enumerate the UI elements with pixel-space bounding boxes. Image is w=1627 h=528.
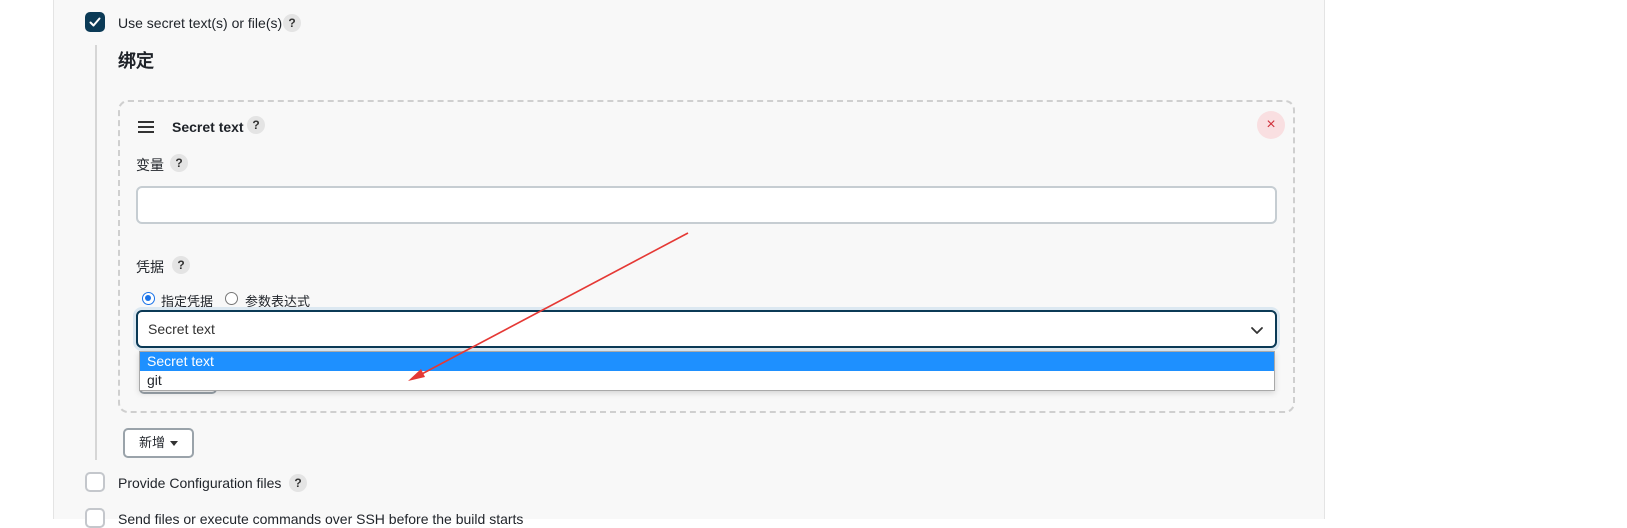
annotation-arrow-icon [408,232,689,381]
